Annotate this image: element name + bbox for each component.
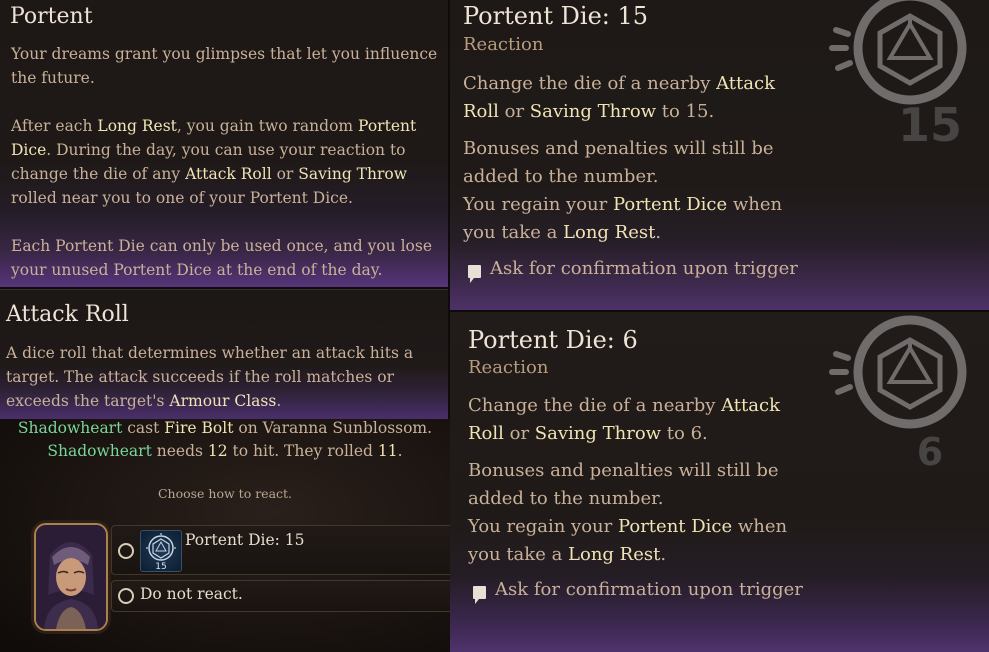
spell-name: Fire Bolt — [164, 419, 234, 437]
speech-bubble-icon — [473, 586, 486, 604]
long-rest-keyword: Long Rest — [568, 544, 661, 565]
react-option-do-not-react[interactable]: Do not react. — [111, 580, 450, 612]
portent-description: Your dreams grant you glimpses that let … — [11, 42, 439, 282]
portent-die-15-tooltip: 15 Portent Die: 15 Reaction Change the d… — [450, 0, 989, 310]
long-rest-keyword: Long Rest — [563, 222, 656, 243]
confirm-trigger-option[interactable]: Ask for confirmation upon trigger — [490, 258, 798, 279]
combat-log-line-2: Shadowheart needs 12 to hit. They rolled… — [47, 442, 403, 460]
die-subtitle: Reaction — [463, 34, 544, 55]
attack-roll-tooltip: Attack Roll A dice roll that determines … — [0, 289, 448, 420]
die-regain-note: You regain your Portent Dice when you ta… — [463, 194, 783, 243]
rolled-value: 11 — [377, 442, 398, 460]
die-value: 15 — [897, 98, 962, 152]
portent-die-6-tooltip: 6 Portent Die: 6 Reaction Change the die… — [450, 312, 989, 652]
portent-dice-keyword: Portent Dice — [617, 516, 733, 537]
saving-throw-keyword: Saving Throw — [529, 101, 657, 122]
armour-class-keyword: Armour Class — [169, 392, 277, 410]
reaction-panel: Shadowheart cast Fire Bolt on Varanna Su… — [0, 419, 450, 652]
confirm-trigger-option[interactable]: Ask for confirmation upon trigger — [495, 579, 803, 600]
portent-dice-keyword: Portent Dice — [612, 194, 728, 215]
portent-title: Portent — [10, 4, 93, 29]
character-portrait[interactable] — [34, 523, 108, 631]
combat-log-line-1: Shadowheart cast Fire Bolt on Varanna Su… — [17, 419, 433, 437]
portent-para2: After each Long Rest, you gain two rando… — [11, 117, 417, 207]
die-effect: Change the die of a nearby Attack Roll o… — [468, 395, 780, 444]
radio-button[interactable] — [118, 588, 134, 604]
attack-roll-title: Attack Roll — [6, 302, 129, 327]
die-description: Change the die of a nearby Attack Roll o… — [468, 392, 818, 569]
portent-tooltip: Portent Your dreams grant you glimpses t… — [0, 0, 448, 287]
svg-text:15: 15 — [155, 562, 166, 571]
character-name: Shadowheart — [47, 442, 152, 460]
saving-throw-keyword: Saving Throw — [534, 423, 662, 444]
react-option-label: Portent Die: 15 — [185, 531, 305, 549]
die-regain-note: You regain your Portent Dice when you ta… — [468, 516, 788, 565]
die-bonus-note: Bonuses and penalties will still be adde… — [468, 460, 779, 509]
portent-para1: Your dreams grant you glimpses that let … — [11, 45, 438, 87]
die-title: Portent Die: 6 — [468, 326, 638, 354]
portrait-image — [36, 525, 106, 629]
attack-roll-keyword: Attack Roll — [185, 165, 272, 183]
needed-roll: 12 — [207, 442, 228, 460]
react-option-label: Do not react. — [140, 585, 243, 603]
die-subtitle: Reaction — [468, 357, 549, 378]
character-name: Shadowheart — [17, 419, 123, 437]
portent-para3: Each Portent Die can only be used once, … — [11, 237, 432, 279]
speech-bubble-icon — [468, 265, 481, 283]
die-value: 6 — [916, 430, 944, 474]
die-title: Portent Die: 15 — [463, 2, 649, 30]
saving-throw-keyword: Saving Throw — [298, 165, 408, 183]
d20-icon: 15 — [146, 533, 176, 572]
reaction-prompt: Choose how to react. — [157, 486, 293, 501]
react-option-portent-15[interactable]: 15 Portent Die: 15 — [111, 525, 450, 575]
die-effect: Change the die of a nearby Attack Roll o… — [463, 73, 775, 122]
attack-roll-description: A dice roll that determines whether an a… — [6, 344, 414, 410]
die-bonus-note: Bonuses and penalties will still be adde… — [463, 138, 774, 187]
die-description: Change the die of a nearby Attack Roll o… — [463, 70, 813, 247]
radio-button[interactable] — [118, 543, 134, 559]
long-rest-keyword: Long Rest — [97, 117, 177, 135]
portent-die-icon: 15 — [140, 530, 182, 572]
